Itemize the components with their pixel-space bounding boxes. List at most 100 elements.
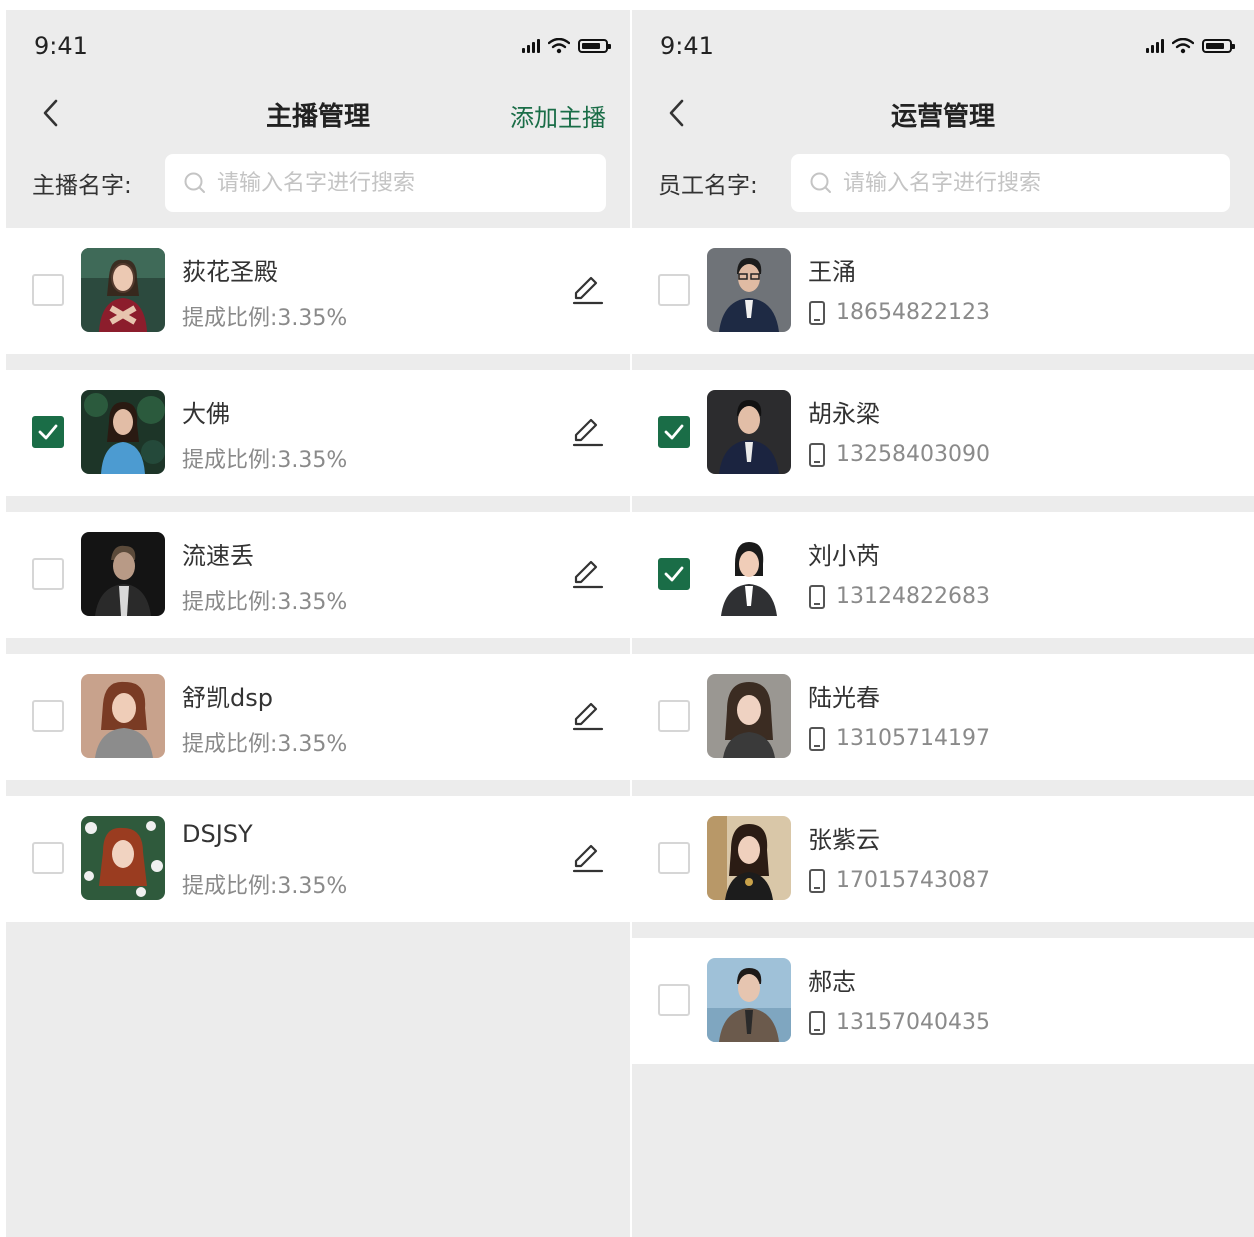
list-item[interactable]: 王涌 18654822123 bbox=[632, 228, 1254, 354]
phone-number: 17015743087 bbox=[836, 868, 990, 893]
back-icon[interactable] bbox=[36, 96, 66, 130]
employee-phone: 13157040435 bbox=[808, 1010, 990, 1035]
streamer-list: 荻花圣殿 提成比例:3.35% 大佛 提成比例:3.35% 流速丢 提成比例:3… bbox=[6, 228, 630, 922]
streamer-name: 大佛 bbox=[182, 400, 230, 428]
search-row: 员工名字: bbox=[632, 152, 1254, 228]
back-icon[interactable] bbox=[662, 96, 692, 130]
avatar bbox=[707, 248, 791, 332]
status-icons bbox=[522, 38, 611, 54]
employee-phone: 13105714197 bbox=[808, 726, 990, 751]
search-row: 主播名字: bbox=[6, 152, 630, 228]
phone-icon bbox=[809, 868, 825, 893]
list-item[interactable]: DSJSY 提成比例:3.35% bbox=[6, 796, 630, 922]
checkbox[interactable] bbox=[32, 274, 64, 306]
search-icon bbox=[810, 172, 831, 193]
checkbox[interactable] bbox=[32, 842, 64, 874]
phone-icon bbox=[809, 584, 825, 609]
phone-icon bbox=[809, 1010, 825, 1035]
commission-ratio: 提成比例:3.35% bbox=[182, 306, 348, 331]
phone-number: 13157040435 bbox=[836, 1010, 990, 1035]
status-bar: 9:41 bbox=[6, 10, 630, 80]
checkbox[interactable] bbox=[32, 558, 64, 590]
list-item[interactable]: 刘小芮 13124822683 bbox=[632, 512, 1254, 638]
avatar bbox=[707, 532, 791, 616]
employee-name: 刘小芮 bbox=[808, 542, 880, 570]
edit-icon[interactable] bbox=[570, 556, 606, 592]
employee-phone: 17015743087 bbox=[808, 868, 990, 893]
phone-icon bbox=[809, 300, 825, 325]
list-item[interactable]: 大佛 提成比例:3.35% bbox=[6, 370, 630, 496]
employee-name: 王涌 bbox=[808, 258, 856, 286]
phone-icon bbox=[809, 442, 825, 467]
commission-ratio: 提成比例:3.35% bbox=[182, 448, 348, 473]
status-icons bbox=[1146, 38, 1235, 54]
employee-phone: 13258403090 bbox=[808, 442, 990, 467]
signal-icon bbox=[1146, 39, 1164, 53]
edit-icon[interactable] bbox=[570, 698, 606, 734]
employee-name: 陆光春 bbox=[808, 684, 880, 712]
employee-list: 王涌 18654822123 胡永梁 13258403090 刘小芮 13124… bbox=[632, 228, 1254, 1064]
avatar bbox=[707, 958, 791, 1042]
list-item[interactable]: 流速丢 提成比例:3.35% bbox=[6, 512, 630, 638]
wifi-icon bbox=[548, 38, 570, 54]
streamer-name: 流速丢 bbox=[182, 542, 254, 570]
avatar bbox=[81, 248, 165, 332]
search-icon bbox=[184, 172, 205, 193]
streamer-name: 舒凯dsp bbox=[182, 684, 273, 712]
wifi-icon bbox=[1172, 38, 1194, 54]
checkbox-checked[interactable] bbox=[32, 416, 64, 448]
list-item[interactable]: 舒凯dsp 提成比例:3.35% bbox=[6, 654, 630, 780]
checkbox-checked[interactable] bbox=[658, 558, 690, 590]
list-item[interactable]: 张紫云 17015743087 bbox=[632, 796, 1254, 922]
checkbox[interactable] bbox=[658, 700, 690, 732]
search-input[interactable] bbox=[841, 169, 1205, 197]
commission-ratio: 提成比例:3.35% bbox=[182, 732, 348, 757]
list-item[interactable]: 郝志 13157040435 bbox=[632, 938, 1254, 1064]
employee-name: 郝志 bbox=[808, 968, 856, 996]
checkbox[interactable] bbox=[32, 700, 64, 732]
status-time: 9:41 bbox=[34, 32, 88, 60]
checkbox[interactable] bbox=[658, 984, 690, 1016]
operations-management-screen: 9:41 运营管理 员工名字: 请输入名字进行搜索 王涌 18654822123… bbox=[632, 10, 1254, 1237]
checkbox-checked[interactable] bbox=[658, 416, 690, 448]
search-label: 员工名字: bbox=[658, 173, 758, 199]
battery-icon bbox=[578, 39, 611, 53]
add-streamer-button[interactable]: 添加主播 bbox=[510, 98, 606, 133]
checkbox[interactable] bbox=[658, 274, 690, 306]
edit-icon[interactable] bbox=[570, 414, 606, 450]
list-item[interactable]: 胡永梁 13258403090 bbox=[632, 370, 1254, 496]
avatar bbox=[81, 816, 165, 900]
search-label: 主播名字: bbox=[32, 173, 132, 199]
checkmark-icon bbox=[664, 424, 684, 440]
employee-name: 胡永梁 bbox=[808, 400, 880, 428]
avatar bbox=[707, 390, 791, 474]
signal-icon bbox=[522, 39, 540, 53]
employee-name: 张紫云 bbox=[808, 826, 880, 854]
streamer-name: DSJSY bbox=[182, 820, 253, 848]
checkmark-icon bbox=[664, 566, 684, 582]
list-item[interactable]: 荻花圣殿 提成比例:3.35% bbox=[6, 228, 630, 354]
phone-icon bbox=[809, 726, 825, 751]
edit-icon[interactable] bbox=[570, 272, 606, 308]
phone-number: 18654822123 bbox=[836, 300, 990, 325]
avatar bbox=[81, 532, 165, 616]
search-box[interactable] bbox=[165, 154, 606, 212]
commission-ratio: 提成比例:3.35% bbox=[182, 874, 348, 899]
edit-icon[interactable] bbox=[570, 840, 606, 876]
page-title: 运营管理 bbox=[890, 102, 995, 132]
search-input[interactable] bbox=[215, 169, 579, 197]
nav-bar: 主播管理 添加主播 bbox=[6, 80, 630, 152]
search-box[interactable] bbox=[791, 154, 1230, 212]
phone-number: 13124822683 bbox=[836, 584, 990, 609]
checkmark-icon bbox=[38, 424, 58, 440]
avatar bbox=[81, 390, 165, 474]
avatar bbox=[707, 816, 791, 900]
list-item[interactable]: 陆光春 13105714197 bbox=[632, 654, 1254, 780]
avatar bbox=[707, 674, 791, 758]
status-bar: 9:41 bbox=[632, 10, 1254, 80]
streamer-management-screen: 9:41 主播管理 添加主播 主播名字: 请输入名字进行搜索 荻花圣殿 提成比例… bbox=[6, 10, 630, 1237]
battery-icon bbox=[1202, 39, 1235, 53]
employee-phone: 18654822123 bbox=[808, 300, 990, 325]
checkbox[interactable] bbox=[658, 842, 690, 874]
avatar bbox=[81, 674, 165, 758]
